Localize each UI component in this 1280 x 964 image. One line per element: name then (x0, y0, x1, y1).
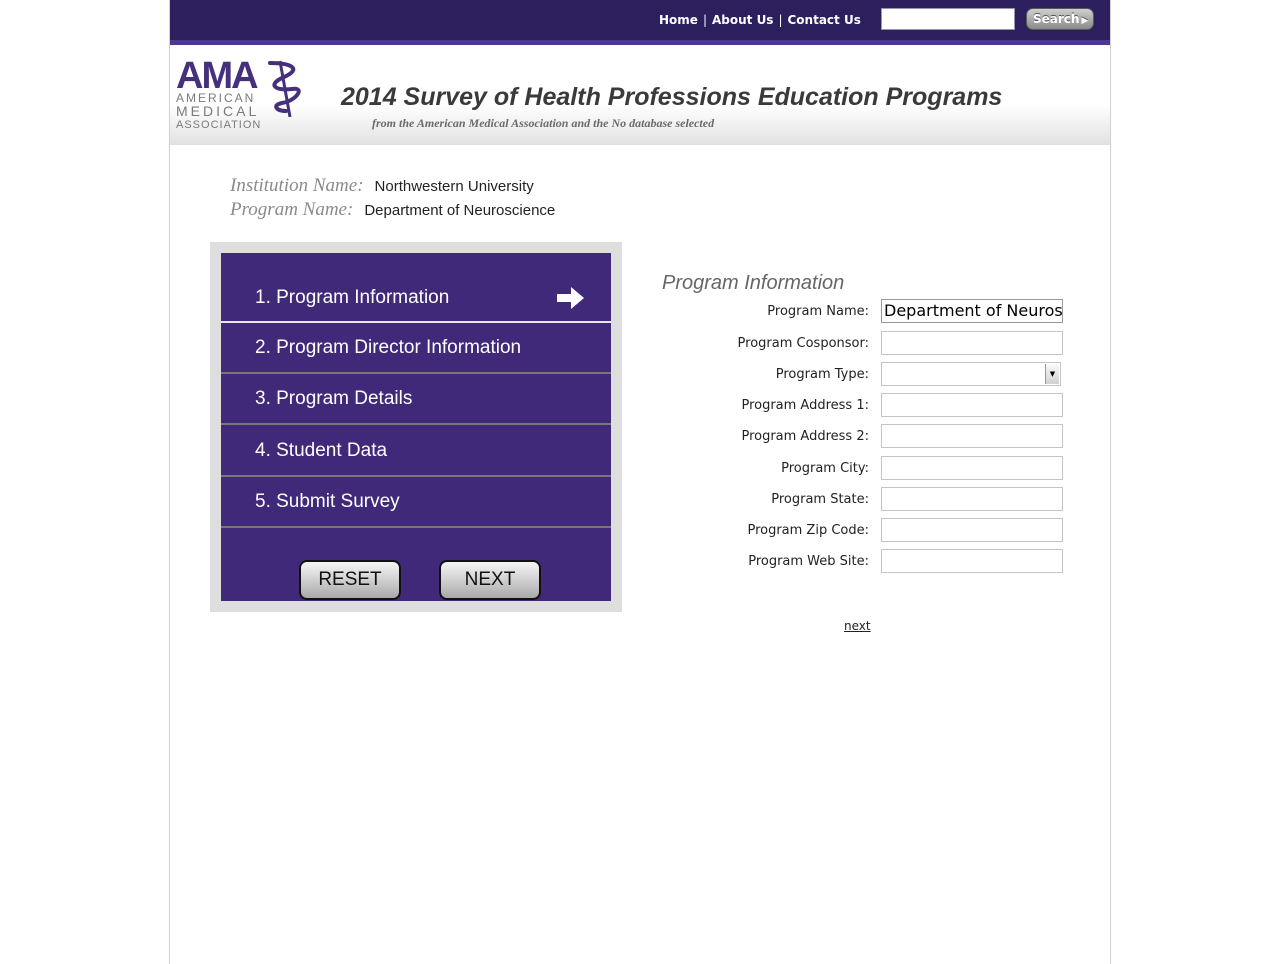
program-city-label: Program City: (781, 461, 869, 476)
step-menu: 1. Program Information 2. Program Direct… (221, 253, 611, 601)
program-type-select[interactable]: ▼ (881, 362, 1061, 386)
dropdown-arrow-icon[interactable]: ▼ (1045, 364, 1059, 384)
step-label: 1. Program Information (255, 287, 450, 308)
program-zip-code-field[interactable] (881, 518, 1063, 542)
step-label: 2. Program Director Information (255, 337, 522, 358)
about-us-link[interactable]: About Us (712, 13, 773, 27)
reset-button[interactable]: RESET (299, 560, 401, 600)
step-label: 5. Submit Survey (255, 491, 400, 512)
program-label: Program Name: (230, 199, 354, 220)
step-label: 3. Program Details (255, 388, 413, 409)
program-city-field[interactable] (881, 456, 1063, 480)
top-bar: Home | About Us | Contact Us Search ▶ (170, 0, 1110, 45)
program-cosponsor-field[interactable] (881, 331, 1063, 355)
top-nav: Home | About Us | Contact Us (659, 13, 861, 27)
arrow-right-icon (557, 287, 584, 309)
logo-line-medical: MEDICAL (176, 103, 260, 119)
site-subtitle: from the American Medical Association an… (372, 116, 715, 130)
program-state-label: Program State: (771, 492, 869, 507)
program-address-1-field[interactable] (881, 393, 1063, 417)
ama-logo: AMA AMERICAN MEDICAL ASSOCIATION (176, 57, 311, 137)
site-title: 2014 Survey of Health Professions Educat… (341, 83, 1003, 111)
program-row: Program Name: Department of Neuroscience (230, 199, 555, 221)
logo-line-association: ASSOCIATION (176, 119, 262, 131)
step-program-details[interactable]: 3. Program Details (221, 374, 611, 425)
play-triangle-icon: ▶ (1081, 16, 1089, 26)
program-web-site-label: Program Web Site: (748, 554, 869, 569)
program-state-field[interactable] (881, 487, 1063, 511)
step-menu-panel: 1. Program Information 2. Program Direct… (210, 242, 622, 612)
program-cosponsor-label: Program Cosponsor: (737, 336, 869, 351)
step-student-data[interactable]: 4. Student Data (221, 426, 611, 477)
contact-us-link[interactable]: Contact Us (788, 13, 861, 27)
program-zip-code-label: Program Zip Code: (747, 523, 869, 538)
search-button-label: Search (1033, 12, 1080, 26)
step-program-information[interactable]: 1. Program Information (221, 253, 611, 323)
step-submit-survey[interactable]: 5. Submit Survey (221, 477, 611, 528)
search-button[interactable]: Search ▶ (1026, 8, 1094, 30)
nav-separator: | (702, 13, 707, 27)
program-address-1-label: Program Address 1: (741, 398, 869, 413)
institution-row: Institution Name: Northwestern University (230, 175, 534, 197)
institution-value: Northwestern University (374, 178, 534, 195)
program-address-2-field[interactable] (881, 424, 1063, 448)
institution-label: Institution Name: (230, 175, 364, 196)
step-label: 4. Student Data (255, 440, 388, 461)
program-type-label: Program Type: (775, 367, 869, 382)
logo-wordmark: AMA (176, 55, 259, 97)
page-container: Home | About Us | Contact Us Search ▶ AMA AME… (170, 0, 1110, 964)
next-button[interactable]: NEXT (439, 560, 541, 600)
program-address-2-label: Program Address 2: (741, 429, 869, 444)
caduceus-icon (268, 60, 301, 117)
program-name-field[interactable]: Department of Neuroscience (881, 299, 1063, 323)
program-value: Department of Neuroscience (364, 202, 556, 219)
step-program-director-information[interactable]: 2. Program Director Information (221, 323, 611, 374)
form-title: Program Information (662, 272, 845, 294)
program-name-label: Program Name: (767, 304, 869, 319)
next-link[interactable]: next (844, 619, 871, 633)
search-input[interactable] (881, 8, 1015, 30)
home-link[interactable]: Home (659, 13, 698, 27)
program-web-site-field[interactable] (881, 549, 1063, 573)
site-header: AMA AMERICAN MEDICAL ASSOCIATION 2014 Su… (170, 45, 1110, 145)
nav-separator: | (778, 13, 783, 27)
